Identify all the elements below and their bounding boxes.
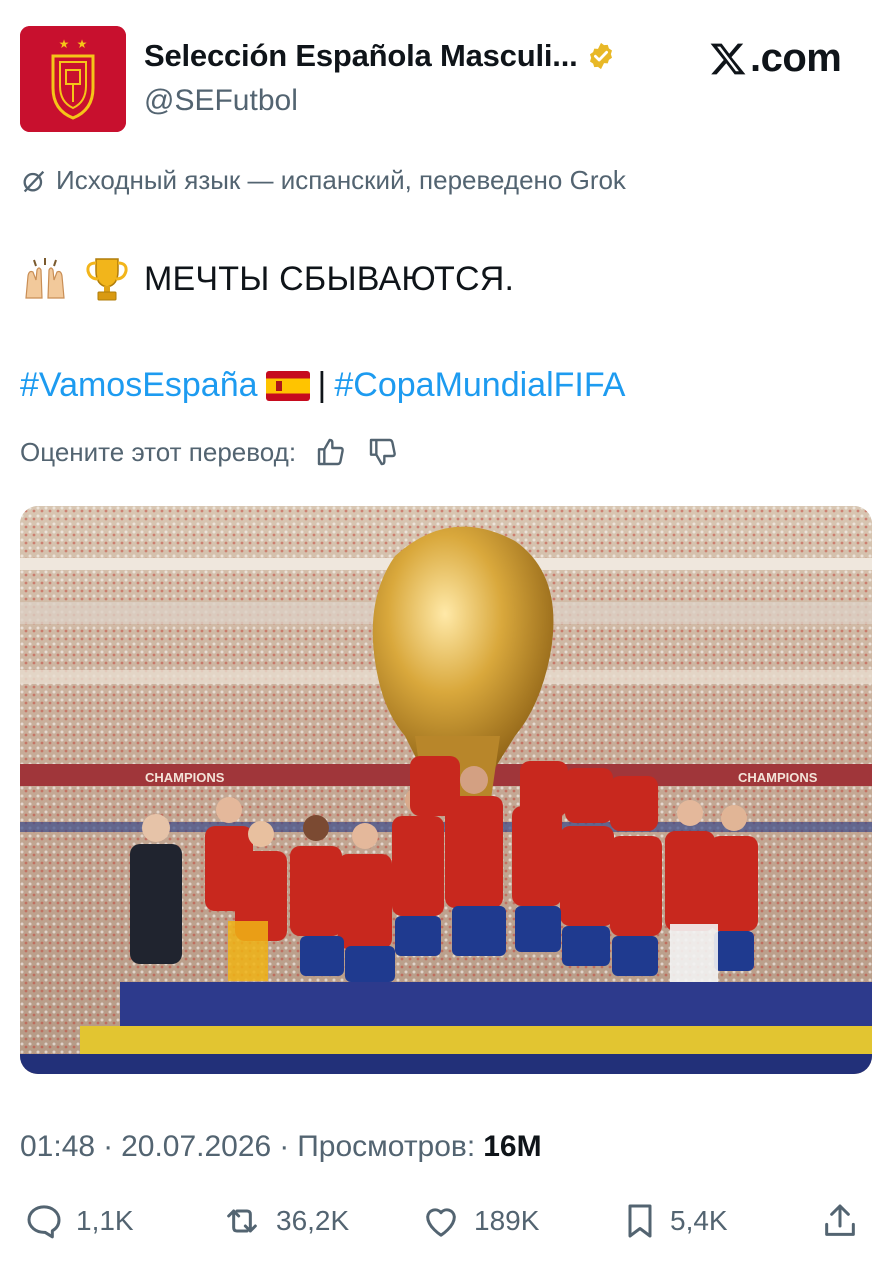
account-handle[interactable]: @SEFutbol xyxy=(144,84,298,118)
banner-right: CHAMPIONS xyxy=(738,770,818,785)
views-count: 16M xyxy=(483,1130,542,1163)
tweet-photo[interactable]: CHAMPIONS CHAMPIONS xyxy=(20,506,872,1074)
x-logo: .com xyxy=(708,36,842,81)
repost-icon xyxy=(227,1209,257,1233)
tweet-text: МЕЧТЫ СБЫВАЮТСЯ. xyxy=(144,259,515,298)
hashtag-separator: | xyxy=(317,366,327,404)
rate-translation-label: Оцените этот перевод: xyxy=(20,436,297,467)
hashtag-vamos-espana[interactable]: #VamosEspaña xyxy=(20,366,258,405)
svg-text:★: ★ xyxy=(59,37,70,51)
thumbs-up-icon[interactable] xyxy=(314,436,348,468)
platform-label: .com xyxy=(750,36,842,80)
hashtag-line: #VamosEspaña | #CopaMundialFIFA xyxy=(20,366,625,405)
verified-badge-icon xyxy=(589,42,612,70)
bookmark-count: 5,4K xyxy=(670,1205,728,1236)
account-avatar[interactable]: ★ ★ xyxy=(20,26,126,132)
svg-text:★: ★ xyxy=(77,37,88,51)
account-name[interactable]: Selección Española Masculi... xyxy=(144,38,578,74)
rfef-crest-icon: ★ ★ xyxy=(20,26,126,132)
repost-button[interactable]: 36,2K xyxy=(218,1201,349,1241)
tweet-meta: 01:48 · 20.07.2026 · Просмотров: 16M xyxy=(20,1130,542,1164)
grok-icon xyxy=(23,170,45,192)
tweet-date[interactable]: 20.07.2026 xyxy=(121,1130,271,1164)
like-count: 189K xyxy=(474,1205,540,1236)
spain-flag-icon xyxy=(265,370,310,401)
heart-icon xyxy=(426,1208,456,1237)
reply-button[interactable]: 1,1K xyxy=(22,1201,134,1241)
x-logo-icon xyxy=(710,43,746,74)
bookmark-icon xyxy=(628,1204,652,1238)
meta-dot: · xyxy=(103,1130,114,1163)
share-icon xyxy=(825,1204,855,1236)
raised-hands-icon xyxy=(25,258,65,299)
tweet-text-line: МЕЧТЫ СБЫВАЮТСЯ. xyxy=(20,255,514,303)
thumbs-down-icon[interactable] xyxy=(366,436,400,468)
account-name-row[interactable]: Selección Española Masculi... xyxy=(144,38,616,74)
meta-dot: · xyxy=(279,1130,290,1163)
tweet-time[interactable]: 01:48 xyxy=(20,1130,95,1164)
translation-note: Исходный язык — испанский, переведено Gr… xyxy=(20,165,626,196)
share-button[interactable] xyxy=(820,1201,860,1241)
rate-translation-row: Оцените этот перевод: xyxy=(20,436,400,468)
repost-count: 36,2K xyxy=(276,1205,350,1236)
hashtag-copa-mundial[interactable]: #CopaMundialFIFA xyxy=(334,366,625,405)
translation-note-text: Исходный язык — испанский, переведено Gr… xyxy=(56,165,626,195)
reply-count: 1,1K xyxy=(76,1205,134,1236)
like-button[interactable]: 189K xyxy=(418,1201,539,1241)
reply-icon xyxy=(27,1205,61,1239)
celebration-photo: CHAMPIONS CHAMPIONS xyxy=(20,506,872,1074)
action-bar: 1,1K 36,2K 189K 5,4K xyxy=(20,1196,872,1246)
views-label: Просмотров: xyxy=(297,1130,476,1163)
bookmark-button[interactable]: 5,4K xyxy=(620,1201,728,1241)
trophy-icon xyxy=(86,258,128,301)
banner-left: CHAMPIONS xyxy=(145,770,225,785)
